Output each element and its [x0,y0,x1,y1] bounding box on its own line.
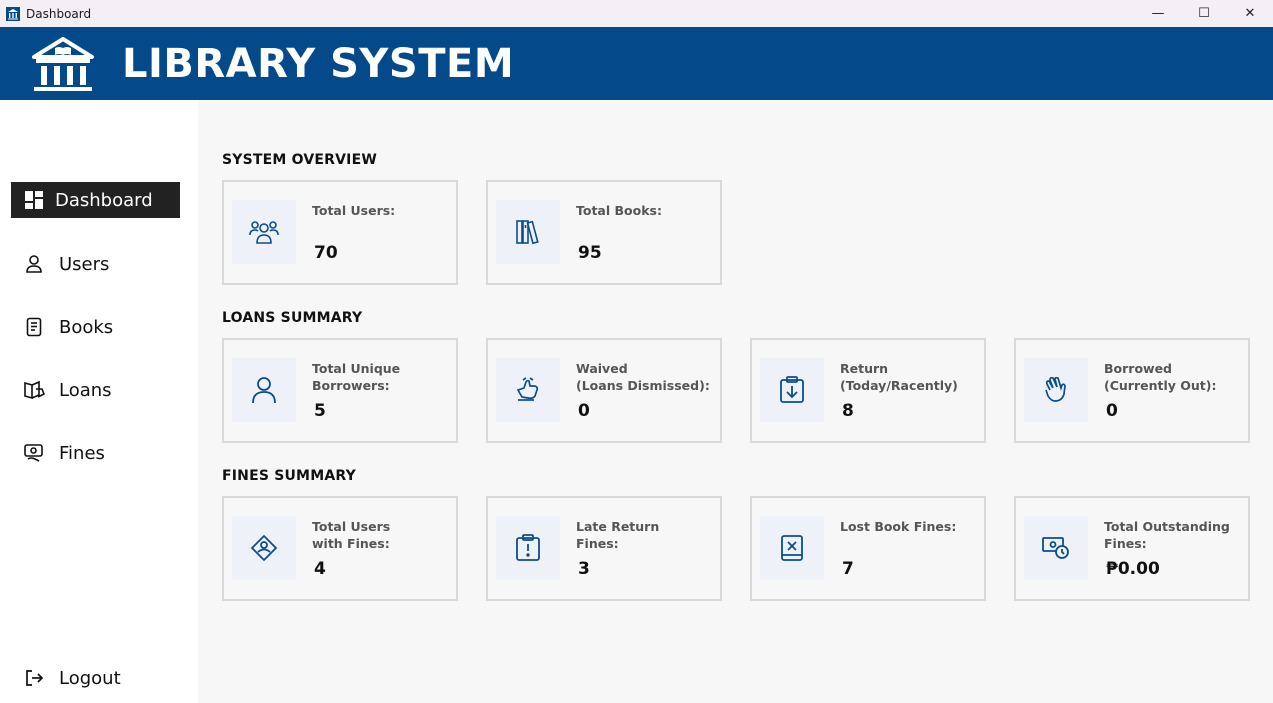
stat-card-waived: Waived (Loans Dismissed): 0 [486,338,722,443]
stat-label: Total Books: [576,203,662,218]
hand-coin-icon [496,358,560,422]
book-icon [23,316,45,338]
window-title: Dashboard [26,6,92,21]
sidebar-item-users[interactable]: Users [11,246,180,282]
sidebar-item-label: Users [59,253,110,275]
stat-card-unique-borrowers: Total Unique Borrowers: 5 [222,338,458,443]
stat-value: 7 [842,559,854,579]
sidebar: Dashboard Users Books Loans Fines Logout [0,100,198,703]
section-title-loans: LOANS SUMMARY [222,310,363,326]
waving-hand-icon [1024,358,1088,422]
stat-value: ₱0.00 [1106,559,1160,579]
stat-label: Total Users with Fines: [312,519,391,551]
stat-card-total-books: Total Books: 95 [486,180,722,285]
sidebar-item-label: Loans [59,379,112,401]
app-bank-icon [6,6,20,21]
stat-label: Return (Today/Racently) [840,361,958,393]
stat-label: Total Unique Borrowers: [312,361,401,393]
stat-card-users-with-fines: Total Users with Fines: 4 [222,496,458,601]
stat-value: 70 [314,243,338,263]
section-title-fines: FINES SUMMARY [222,468,356,484]
stat-card-borrowed: Borrowed (Currently Out): 0 [1014,338,1250,443]
open-book-icon [23,379,45,401]
stat-card-outstanding-fines: Total Outstanding Fines: ₱0.00 [1014,496,1250,601]
dashboard-main: SYSTEM OVERVIEW Total Users: 70 Total Bo… [198,100,1273,703]
logout-label: Logout [59,667,121,689]
dashboard-grid-icon [23,189,45,211]
app-brand-title: LIBRARY SYSTEM [122,41,515,87]
clipboard-download-icon [760,358,824,422]
stat-value: 5 [314,401,326,421]
stat-card-returns: Return (Today/Racently) 8 [750,338,986,443]
users-group-icon [232,200,296,264]
stat-value: 4 [314,559,326,579]
money-clock-icon [1024,516,1088,580]
stat-value: 0 [578,401,590,421]
section-title-overview: SYSTEM OVERVIEW [222,152,377,168]
sidebar-item-books[interactable]: Books [11,309,180,345]
sidebar-item-fines[interactable]: Fines [11,435,180,471]
stat-value: 3 [578,559,590,579]
stat-label: Total Outstanding Fines: [1104,519,1230,551]
person-icon [232,358,296,422]
stat-label: Borrowed (Currently Out): [1104,361,1217,393]
fines-icon [23,442,45,464]
books-shelf-icon [496,200,560,264]
sidebar-item-label: Fines [59,442,105,464]
stat-value: 8 [842,401,854,421]
minimize-button[interactable]: — [1135,0,1181,27]
stat-card-lost-book-fines: Lost Book Fines: 7 [750,496,986,601]
close-button[interactable]: ✕ [1227,0,1273,27]
app-header: LIBRARY SYSTEM [0,27,1273,100]
window-titlebar: Dashboard — ☐ ✕ [0,0,1273,27]
stat-card-late-return-fines: Late Return Fines: 3 [486,496,722,601]
logout-button[interactable]: Logout [11,660,180,696]
user-icon [23,253,45,275]
sidebar-item-dashboard[interactable]: Dashboard [11,182,180,218]
diamond-user-icon [232,516,296,580]
sidebar-item-label: Books [59,316,114,338]
maximize-button[interactable]: ☐ [1181,0,1227,27]
library-logo-icon [32,37,94,91]
sidebar-item-label: Dashboard [55,189,153,211]
stat-value: 95 [578,243,602,263]
stat-value: 0 [1106,401,1118,421]
stat-label: Late Return Fines: [576,519,660,551]
logout-icon [23,667,45,689]
stat-label: Total Users: [312,203,396,218]
clipboard-alert-icon [496,516,560,580]
stat-label: Lost Book Fines: [840,519,957,534]
book-x-icon [760,516,824,580]
stat-card-total-users: Total Users: 70 [222,180,458,285]
stat-label: Waived (Loans Dismissed): [576,361,710,393]
sidebar-item-loans[interactable]: Loans [11,372,180,408]
